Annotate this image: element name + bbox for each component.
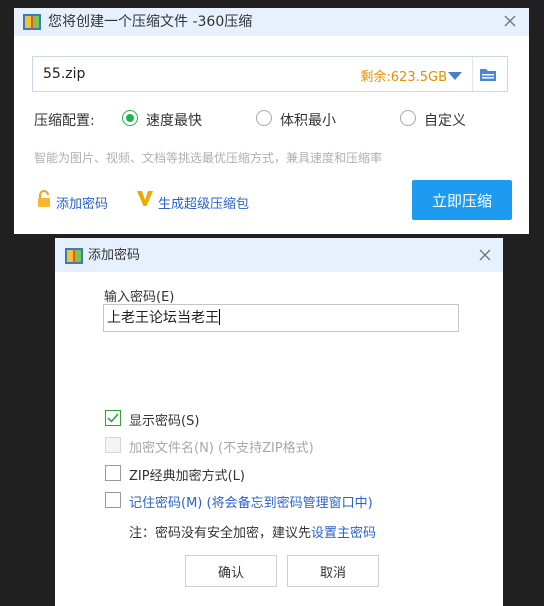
show-password-checkbox[interactable] bbox=[105, 410, 121, 426]
confirm-button[interactable]: 确认 bbox=[185, 555, 277, 587]
remember-password-label[interactable]: 记住密码(M) (将会备忘到密码管理窗口中) bbox=[129, 492, 373, 511]
option-label-custom[interactable]: 自定义 bbox=[424, 110, 466, 130]
encrypt-filenames-label: 加密文件名(N) (不支持ZIP格式) bbox=[129, 441, 314, 456]
compress-config-label: 压缩配置: bbox=[34, 113, 95, 129]
title-bar: 您将创建一个压缩文件 -360压缩 bbox=[14, 8, 529, 36]
remember-password-checkbox[interactable] bbox=[105, 492, 121, 508]
checkmark-icon bbox=[107, 413, 119, 423]
show-password-label[interactable]: 显示密码(S) bbox=[129, 410, 199, 429]
note-text: 注：密码没有安全加密，建议先 bbox=[129, 526, 312, 541]
divider bbox=[472, 57, 473, 91]
password-input[interactable]: 上老王论坛当老王 bbox=[103, 304, 459, 332]
lock-icon bbox=[36, 190, 52, 208]
archive-app-icon bbox=[23, 14, 41, 30]
password-input-label: 输入密码(E) bbox=[104, 290, 175, 305]
super-package-link[interactable]: 生成超级压缩包 bbox=[158, 193, 249, 212]
zip-classic-label[interactable]: ZIP经典加密方式(L) bbox=[129, 465, 245, 484]
dialog-title: 添加密码 bbox=[88, 248, 141, 263]
config-hint: 智能为图片、视频、文档等挑选最优压缩方式，兼具速度和压缩率 bbox=[34, 151, 383, 165]
radio-fastest[interactable] bbox=[122, 110, 138, 126]
dropdown-arrow-icon[interactable] bbox=[447, 68, 463, 82]
compress-window: 您将创建一个压缩文件 -360压缩 55.zip 剩余:623.5GB 压缩配置… bbox=[14, 8, 529, 234]
window-title: 您将创建一个压缩文件 -360压缩 bbox=[48, 14, 253, 30]
archive-app-icon bbox=[65, 248, 83, 264]
close-icon[interactable] bbox=[500, 11, 520, 31]
security-note: 注：密码没有安全加密，建议先设置主密码 bbox=[129, 522, 376, 541]
radio-smallest[interactable] bbox=[256, 110, 272, 126]
zip-classic-checkbox[interactable] bbox=[105, 465, 121, 481]
text-caret bbox=[219, 309, 220, 325]
close-icon[interactable] bbox=[475, 245, 495, 265]
option-label-smallest[interactable]: 体积最小 bbox=[280, 110, 336, 130]
add-password-link[interactable]: 添加密码 bbox=[56, 193, 108, 212]
password-dialog: 添加密码 输入密码(E) 上老王论坛当老王 显示密码(S) 加密文件名(N) (… bbox=[55, 238, 503, 606]
archive-name-field[interactable]: 55.zip bbox=[43, 66, 85, 82]
set-master-password-link[interactable]: 设置主密码 bbox=[311, 526, 376, 541]
free-space-label: 剩余:623.5GB bbox=[360, 70, 447, 85]
compress-now-button[interactable]: 立即压缩 bbox=[412, 180, 512, 220]
encrypt-filenames-checkbox bbox=[105, 437, 121, 453]
dialog-title-bar: 添加密码 bbox=[55, 238, 503, 272]
archive-path-box[interactable]: 55.zip 剩余:623.5GB bbox=[32, 56, 508, 92]
folder-icon[interactable] bbox=[479, 66, 497, 82]
v-badge-icon bbox=[136, 189, 154, 207]
radio-custom[interactable] bbox=[400, 110, 416, 126]
cancel-button[interactable]: 取消 bbox=[287, 555, 379, 587]
password-value: 上老王论坛当老王 bbox=[107, 310, 219, 326]
option-label-fastest[interactable]: 速度最快 bbox=[146, 110, 202, 130]
